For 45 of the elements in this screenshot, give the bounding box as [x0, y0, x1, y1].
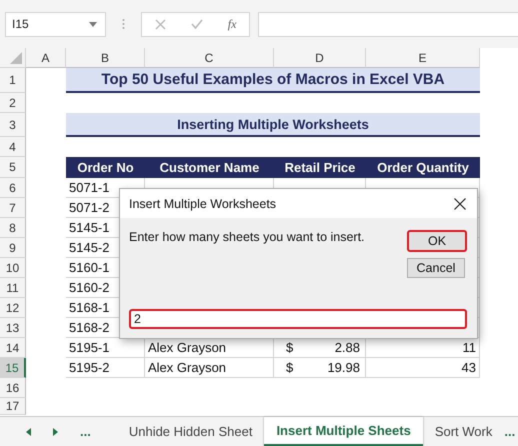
row-header[interactable]: 5	[0, 157, 26, 178]
table-header-cell: Customer Name	[145, 157, 274, 178]
row-header[interactable]: 3	[0, 113, 26, 137]
sheet-tab[interactable]: Unhide Hidden Sheet	[116, 417, 264, 446]
input-field[interactable]: 2	[129, 309, 467, 329]
table-cell: 43	[366, 358, 480, 378]
column-header[interactable]: D	[274, 48, 366, 68]
row-header[interactable]: 6	[0, 178, 26, 198]
row-header[interactable]: 17	[0, 398, 26, 415]
row-header[interactable]: 14	[0, 338, 26, 358]
column-header[interactable]: E	[366, 48, 480, 68]
table-header-cell: Retail Price	[274, 157, 366, 178]
row-header[interactable]: 9	[0, 238, 26, 258]
row-header[interactable]: 12	[0, 298, 26, 318]
table-header-cell: Order Quantity	[366, 157, 480, 178]
column-header[interactable]: A	[26, 48, 66, 68]
column-header[interactable]: C	[145, 48, 274, 68]
currency-symbol: $	[286, 340, 294, 355]
table-cell: Alex Grayson	[145, 358, 274, 378]
row-header[interactable]: 13	[0, 318, 26, 338]
table-header-cell: Order No	[66, 157, 145, 178]
more-sheets-button[interactable]: ...	[504, 424, 516, 439]
insert-function-button[interactable]: fx	[228, 16, 236, 32]
row-header[interactable]: 11	[0, 278, 26, 298]
currency-symbol: $	[286, 360, 294, 375]
row-header[interactable]: 8	[0, 218, 26, 238]
table-cell: 5195-2	[66, 358, 145, 378]
ok-button[interactable]: OK	[407, 230, 467, 252]
table-cell: 2.88	[334, 340, 360, 355]
row-header[interactable]: 7	[0, 198, 26, 218]
cancel-button[interactable]: Cancel	[407, 258, 465, 278]
more-sheets-button[interactable]: ...	[80, 424, 91, 439]
sheet-title: Top 50 Useful Examples of Macros in Excel VBA	[66, 68, 480, 93]
row-header[interactable]: 2	[0, 93, 26, 113]
section-heading: Inserting Multiple Worksheets	[66, 113, 480, 137]
row-header[interactable]: 1	[0, 68, 26, 93]
row-header[interactable]: 4	[0, 137, 26, 157]
sheet-tab[interactable]: Insert Multiple Sheets	[264, 417, 423, 446]
name-box[interactable]: I15	[5, 12, 106, 36]
column-header[interactable]: B	[66, 48, 145, 68]
table-cell: 19.98	[327, 360, 360, 375]
sheet-tab[interactable]: Sort Work	[422, 417, 504, 446]
row-header[interactable]: 10	[0, 258, 26, 278]
row-header[interactable]: 16	[0, 378, 26, 398]
row-header[interactable]: 15	[0, 358, 26, 378]
